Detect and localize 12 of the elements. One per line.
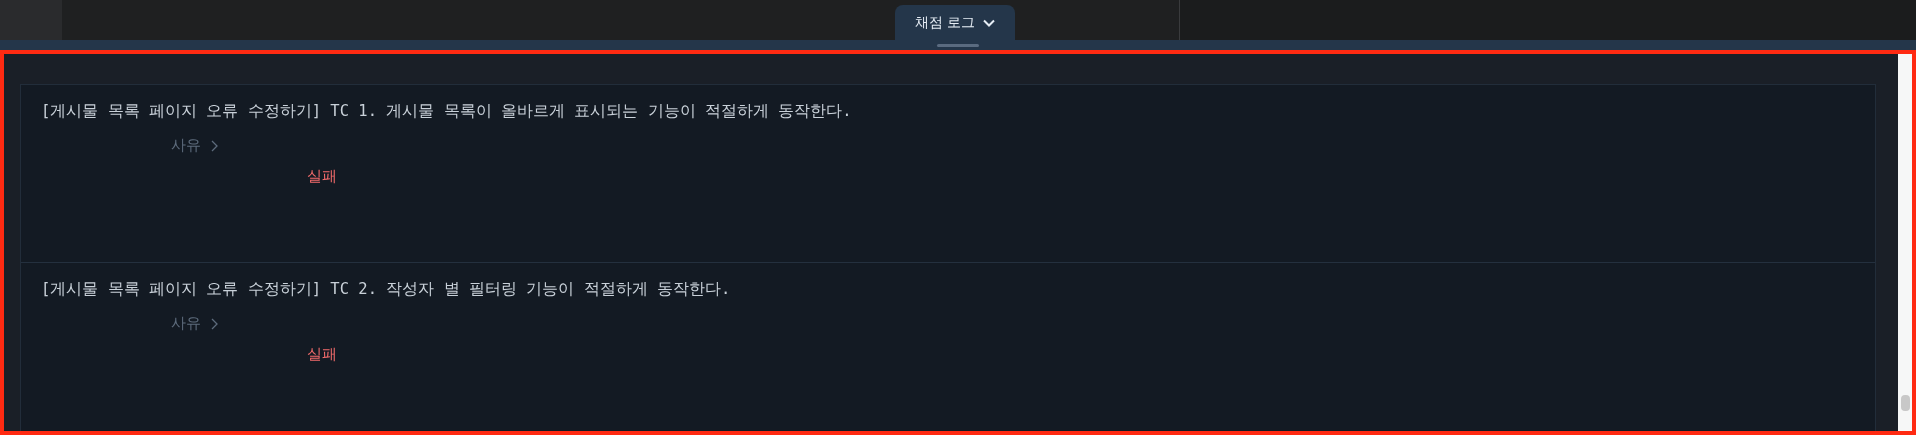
chevron-right-icon (211, 317, 218, 330)
reason-toggle[interactable]: 사유 (171, 314, 218, 333)
chevron-right-icon (211, 139, 218, 152)
result-text: 실패 (307, 167, 337, 186)
test-case-title: [게시물 목록 페이지 오류 수정하기] TC 1. 게시물 목록이 올바르게 표시되는 기능이 적절하게 동작한다. (41, 101, 852, 122)
resize-handle[interactable] (937, 43, 979, 47)
scrollbar-thumb[interactable] (1901, 395, 1910, 411)
chevron-down-icon (983, 18, 996, 27)
log-tab[interactable]: 채점 로그 (895, 5, 1016, 40)
result-text: 실패 (307, 345, 337, 364)
test-case-title: [게시물 목록 페이지 오류 수정하기] TC 2. 작성자 별 필터링 기능이 적절하게 동작한다. (41, 279, 731, 300)
reason-toggle[interactable]: 사유 (171, 136, 218, 155)
